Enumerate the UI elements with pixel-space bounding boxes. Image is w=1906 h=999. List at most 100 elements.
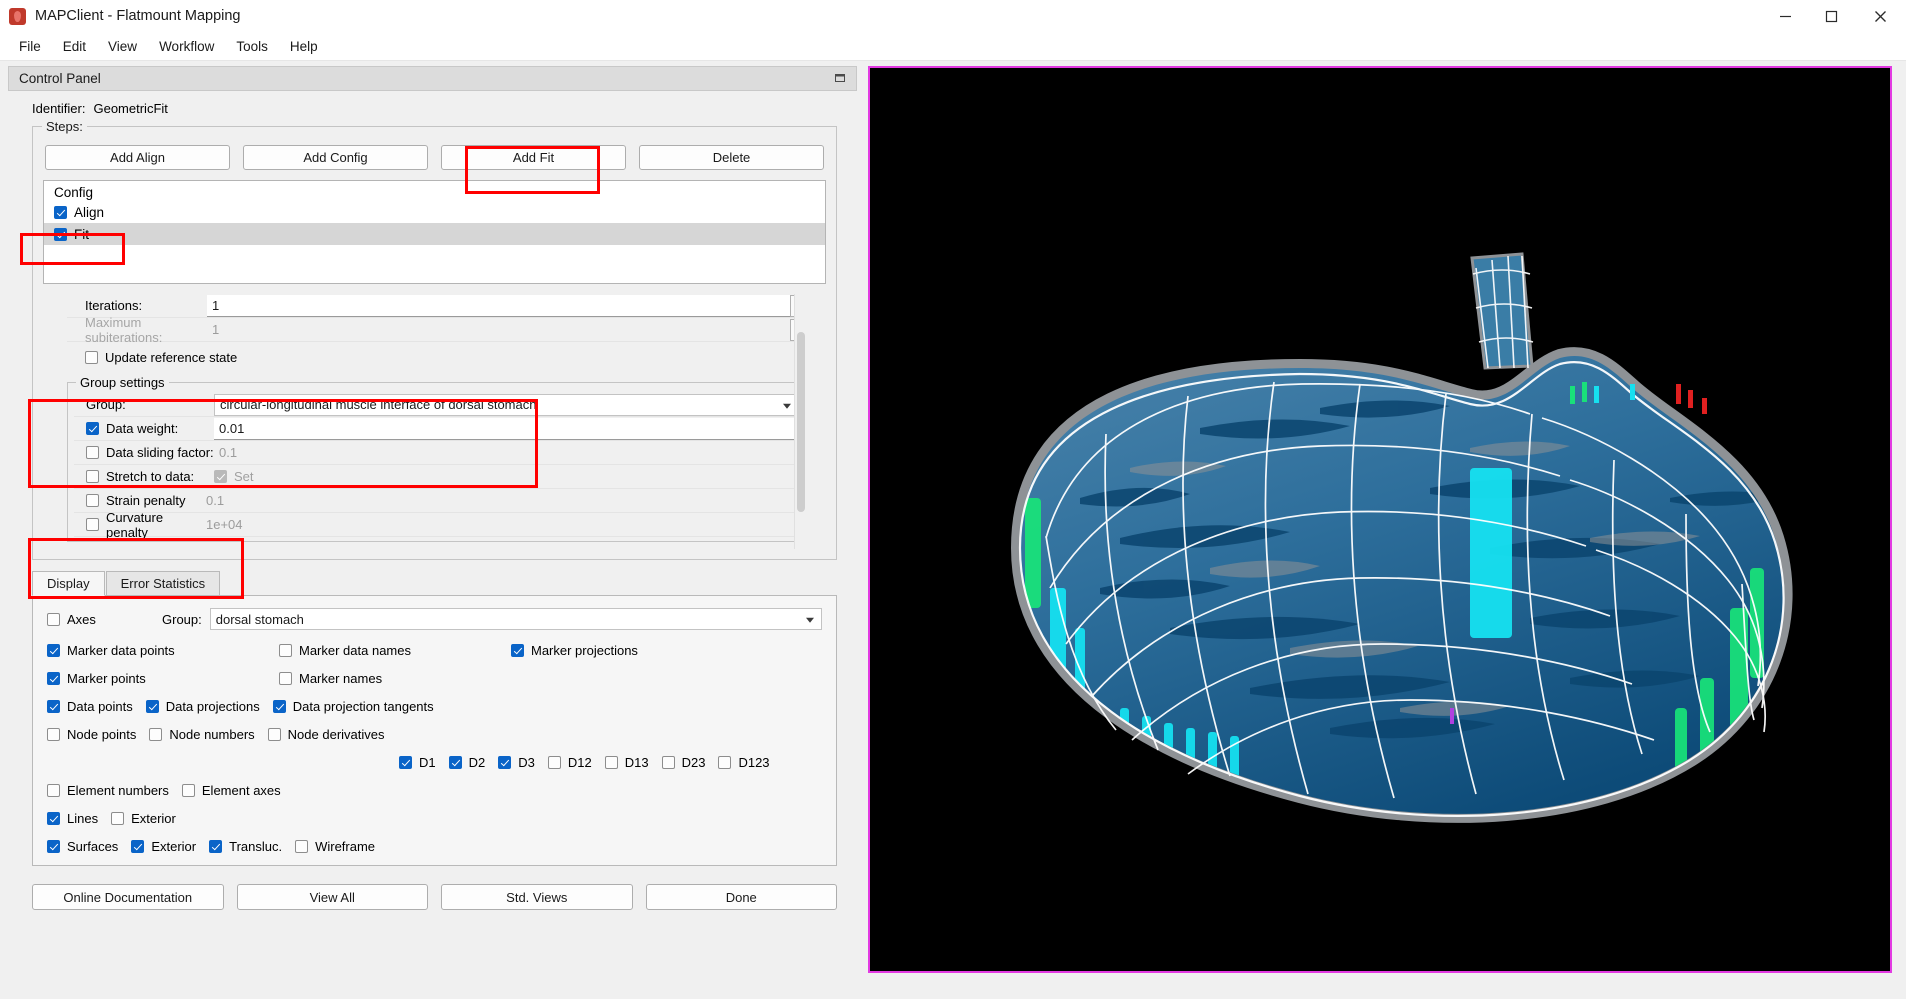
node-derivatives-checkbox[interactable] [267, 728, 281, 741]
strain-penalty-checkbox[interactable] [86, 494, 99, 507]
derivative-d123-row[interactable]: D123 [718, 755, 770, 770]
derivative-d12-checkbox[interactable] [547, 756, 561, 769]
derivative-d13-row[interactable]: D13 [604, 755, 649, 770]
update-reference-state-checkbox[interactable] [85, 350, 98, 364]
data-sliding-factor-checkbox[interactable] [86, 446, 99, 459]
undock-icon[interactable] [834, 71, 848, 85]
marker-points-checkbox[interactable] [47, 672, 60, 685]
minimize-icon[interactable] [1762, 0, 1808, 33]
derivative-d23-row[interactable]: D23 [661, 755, 705, 770]
marker-projections-row[interactable]: Marker projections [511, 643, 638, 658]
element-numbers-checkbox-row[interactable]: Element numbers [47, 783, 169, 798]
marker-data-points-row[interactable]: Marker data points [47, 643, 279, 658]
translucent-checkbox[interactable] [209, 840, 223, 853]
marker-projections-checkbox[interactable] [511, 644, 524, 657]
data-weight-checkbox[interactable] [86, 422, 99, 435]
wireframe-checkbox[interactable] [295, 840, 309, 853]
menu-view[interactable]: View [97, 36, 148, 57]
done-button[interactable]: Done [645, 884, 837, 910]
menu-tools[interactable]: Tools [225, 36, 279, 57]
add-config-button[interactable]: Add Config [243, 145, 428, 170]
derivative-d3-row[interactable]: D3 [498, 755, 535, 770]
std-views-button[interactable]: Std. Views [441, 884, 633, 910]
marker-names-checkbox-row[interactable]: Marker names [279, 671, 511, 686]
surfaces-exterior-checkbox[interactable] [131, 840, 145, 853]
data-projections-checkbox[interactable] [145, 700, 159, 713]
menu-workflow[interactable]: Workflow [148, 36, 225, 57]
axes-checkbox[interactable] [47, 612, 60, 626]
wireframe-checkbox-row[interactable]: Wireframe [295, 839, 375, 854]
maximize-icon[interactable] [1808, 0, 1854, 33]
tab-error-statistics[interactable]: Error Statistics [105, 571, 221, 595]
online-documentation-button[interactable]: Online Documentation [32, 884, 224, 910]
node-numbers-checkbox[interactable] [149, 728, 163, 741]
stretch-to-data-checkbox-row[interactable]: Stretch to data: [74, 469, 214, 484]
data-sliding-factor-checkbox-row[interactable]: Data sliding factor: [74, 445, 214, 460]
axes-checkbox-row[interactable]: Axes [47, 612, 162, 627]
update-reference-state-checkbox-row[interactable]: Update reference state [67, 350, 237, 365]
marker-data-names-row[interactable]: Marker data names [279, 643, 511, 658]
iterations-input[interactable]: 1 [207, 294, 790, 317]
lines-exterior-checkbox[interactable] [111, 812, 125, 825]
tab-display[interactable]: Display [32, 571, 105, 596]
view-all-button[interactable]: View All [236, 884, 428, 910]
marker-names-checkbox[interactable] [279, 672, 292, 685]
curvature-penalty-checkbox[interactable] [86, 518, 99, 531]
node-numbers-checkbox-row[interactable]: Node numbers [149, 727, 255, 742]
data-weight-input[interactable]: 0.01 [214, 417, 799, 440]
display-group-dropdown[interactable]: dorsal stomach [209, 608, 822, 630]
data-points-checkbox[interactable] [47, 700, 60, 713]
node-points-checkbox-row[interactable]: Node points [47, 727, 136, 742]
node-derivatives-checkbox-row[interactable]: Node derivatives [267, 727, 385, 742]
derivative-d12-row[interactable]: D12 [547, 755, 592, 770]
derivative-d23-checkbox[interactable] [661, 756, 675, 769]
data-projections-checkbox-row[interactable]: Data projections [145, 699, 260, 714]
delete-button[interactable]: Delete [639, 145, 824, 170]
step-fit-checkbox[interactable] [54, 227, 67, 241]
lines-exterior-checkbox-row[interactable]: Exterior [111, 811, 176, 826]
node-points-checkbox[interactable] [47, 728, 60, 741]
derivative-d2-checkbox[interactable] [448, 756, 462, 769]
menu-edit[interactable]: Edit [52, 36, 97, 57]
marker-points-checkbox-row[interactable]: Marker points [47, 671, 279, 686]
translucent-checkbox-row[interactable]: Transluc. [209, 839, 282, 854]
surfaces-exterior-checkbox-row[interactable]: Exterior [131, 839, 196, 854]
surfaces-checkbox-row[interactable]: Surfaces [47, 839, 118, 854]
close-icon[interactable] [1854, 0, 1906, 33]
stretch-set-checkbox[interactable] [214, 470, 227, 483]
settings-scrollbar[interactable] [794, 294, 806, 549]
element-axes-checkbox[interactable] [181, 784, 195, 797]
derivative-d123-checkbox[interactable] [718, 756, 732, 769]
menu-file[interactable]: File [8, 36, 52, 57]
data-weight-checkbox-row[interactable]: Data weight: [74, 421, 214, 436]
stretch-to-data-checkbox[interactable] [86, 470, 99, 483]
3d-viewport[interactable] [868, 66, 1892, 973]
data-projection-tangents-checkbox-row[interactable]: Data projection tangents [272, 699, 434, 714]
data-projection-tangents-checkbox[interactable] [272, 700, 286, 713]
add-align-button[interactable]: Add Align [45, 145, 230, 170]
steps-list[interactable]: Config Align Fit [43, 180, 826, 284]
data-points-checkbox-row[interactable]: Data points [47, 699, 133, 714]
lines-checkbox-row[interactable]: Lines [47, 811, 98, 826]
marker-data-names-checkbox[interactable] [279, 644, 292, 657]
add-fit-button[interactable]: Add Fit [441, 145, 626, 170]
derivative-d2-row[interactable]: D2 [448, 755, 485, 770]
fit-settings-scroll-area[interactable]: Iterations: 1 ▲▼ Maximum subiterations: … [67, 294, 806, 549]
step-item-fit[interactable]: Fit [44, 223, 825, 245]
menu-help[interactable]: Help [279, 36, 329, 57]
surfaces-checkbox[interactable] [47, 840, 60, 853]
stretch-set-checkbox-row[interactable]: Set [214, 469, 254, 484]
element-numbers-checkbox[interactable] [47, 784, 60, 797]
settings-scrollbar-thumb[interactable] [797, 332, 805, 512]
marker-data-points-checkbox[interactable] [47, 644, 60, 657]
derivative-d1-checkbox[interactable] [399, 756, 412, 769]
derivative-d1-row[interactable]: D1 [399, 755, 436, 770]
step-item-align[interactable]: Align [44, 201, 825, 223]
curvature-penalty-checkbox-row[interactable]: Curvature penalty [74, 510, 201, 540]
lines-checkbox[interactable] [47, 812, 60, 825]
element-axes-checkbox-row[interactable]: Element axes [181, 783, 281, 798]
step-align-checkbox[interactable] [54, 205, 67, 219]
derivative-d3-checkbox[interactable] [498, 756, 512, 769]
group-dropdown[interactable]: circular-longitudinal muscle interface o… [214, 393, 799, 416]
strain-penalty-checkbox-row[interactable]: Strain penalty [74, 493, 201, 508]
